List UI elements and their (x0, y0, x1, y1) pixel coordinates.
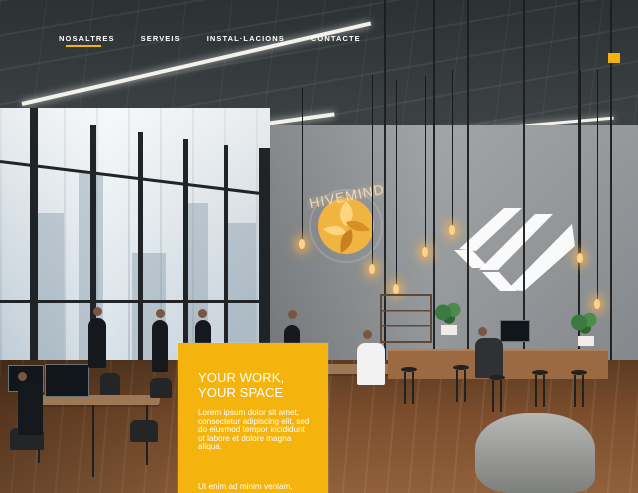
standing-person (88, 318, 106, 368)
hero-paragraph: Lorem ipsum dolor sit amet, consectetur … (198, 408, 310, 452)
pendant-cord (396, 80, 397, 285)
pendant-cord (425, 76, 426, 248)
accent-square (608, 53, 620, 63)
office-chair (100, 373, 120, 395)
planter-right (578, 336, 594, 346)
window-frame (224, 145, 228, 360)
seated-person (357, 343, 385, 385)
hivemind-wall-logo: HIVEMIND (297, 170, 397, 270)
nav-link-installacions[interactable]: INSTAL·LACIONS (207, 31, 285, 47)
pendant-cord (452, 70, 453, 226)
window-frame (259, 148, 270, 360)
nav-link-contacte[interactable]: CONTACTE (311, 31, 361, 47)
hero-title: YOUR WORK, YOUR SPACE (198, 370, 284, 400)
hero-paragraph: Ut enim ad minim veniam, (198, 482, 293, 491)
bar-stool (532, 370, 548, 408)
bar-stool (401, 367, 417, 405)
pendant-bulb (594, 299, 600, 309)
pendant-bulb (577, 253, 583, 263)
pendant-bulb (369, 264, 375, 274)
wall-shelf (380, 294, 432, 343)
office-hero-page: HIVEMIND NOSALTRES SERVEIS INSTAL·LACION… (0, 0, 638, 493)
seated-person (18, 383, 43, 435)
main-navigation: NOSALTRES SERVEIS INSTAL·LACIONS CONTACT… (59, 31, 361, 47)
window-frame (30, 108, 38, 360)
office-chair (150, 378, 172, 398)
pendant-cord (597, 70, 598, 300)
computer-monitor (500, 320, 530, 342)
bar-stool (571, 370, 587, 408)
person-head (288, 310, 297, 319)
bar-stool (453, 365, 469, 403)
standing-person (152, 320, 168, 372)
office-chair (130, 420, 158, 442)
window-frame (183, 139, 188, 360)
hero-title-line: YOUR WORK, (198, 370, 285, 385)
hero-card: YOUR WORK, YOUR SPACE Lorem ipsum dolor … (178, 343, 328, 493)
person-head (18, 372, 27, 381)
pendant-bulb (299, 239, 305, 249)
pendant-bulb (393, 284, 399, 294)
pendant-bulb (422, 247, 428, 257)
person-head (478, 327, 487, 336)
person-head (198, 309, 207, 318)
desk-leg (92, 405, 94, 477)
person-head (363, 330, 372, 339)
beanbag-chair (475, 413, 595, 493)
pendant-cord (372, 75, 373, 265)
neon-stripes-sign (454, 208, 575, 291)
hero-title-line: YOUR SPACE (198, 385, 284, 400)
bar-stool (489, 375, 505, 413)
nav-link-serveis[interactable]: SERVEIS (141, 31, 181, 47)
planter-left (441, 325, 457, 335)
seated-person (475, 338, 503, 378)
pendant-cord (580, 70, 581, 254)
person-head (156, 309, 165, 318)
pendant-bulb (449, 225, 455, 235)
nav-link-nosaltres[interactable]: NOSALTRES (59, 31, 115, 47)
window-frame (0, 300, 270, 303)
window-frame (138, 132, 143, 360)
pendant-cord (302, 88, 303, 240)
person-head (93, 307, 102, 316)
computer-monitor (45, 364, 89, 397)
plant-right (570, 312, 600, 338)
